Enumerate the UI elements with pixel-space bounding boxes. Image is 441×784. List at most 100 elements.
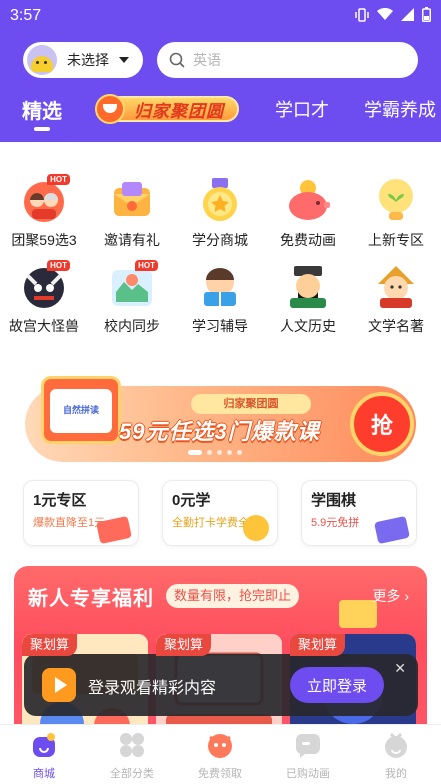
zone-title: 学围棋	[311, 492, 357, 509]
nav-label: 商城	[33, 768, 55, 780]
newcomer-limit-pill: 数量有限，抢完即止	[166, 584, 300, 608]
bowl-icon	[95, 94, 125, 124]
search-box[interactable]	[157, 42, 418, 78]
piggy-bank-icon	[284, 176, 332, 224]
bottom-nav: 商城 全部分类 免费领取 已购动画 我的	[0, 724, 441, 784]
grid-item-new-arrivals[interactable]: 上新专区	[352, 176, 440, 258]
caret-down-icon	[119, 57, 129, 63]
chevron-right-icon: ›	[404, 588, 409, 604]
app-logo-icon	[42, 668, 76, 702]
profile-icon	[385, 732, 407, 758]
deal-badge: 聚划算	[22, 634, 78, 656]
grid-icon	[120, 733, 144, 757]
zone-title: 0元学	[172, 492, 211, 509]
grade-selector[interactable]: 未选择	[23, 42, 143, 78]
avatar	[27, 45, 57, 75]
search-input[interactable]	[193, 52, 393, 68]
nav-free[interactable]: 免费领取	[176, 731, 264, 781]
grade-label: 未选择	[67, 52, 109, 68]
grid-item-label: 校内同步	[104, 318, 160, 334]
newcomer-title: 新人专享福利	[28, 588, 154, 610]
nav-label: 我的	[385, 768, 407, 780]
grid-item-label: 学分商城	[192, 232, 248, 248]
zone-go[interactable]: 学围棋 5.9元免拼	[301, 480, 417, 546]
carousel-dot	[188, 450, 202, 455]
grid-item-invite[interactable]: 邀请有礼	[88, 176, 176, 258]
status-bar: 3:57	[0, 0, 441, 32]
monster-icon: HOT	[20, 260, 70, 310]
grid-item-humanities[interactable]: 人文历史	[264, 262, 352, 344]
student-reading-icon	[196, 262, 244, 310]
nav-mall[interactable]: 商城	[0, 731, 88, 781]
mascot-icon	[208, 734, 232, 758]
status-time: 3:57	[10, 7, 42, 24]
warrior-icon	[284, 262, 332, 310]
zone-zero-yuan[interactable]: 0元学 全勤打卡学费全返	[162, 480, 278, 546]
banner-book-label: 自然拼读	[50, 389, 112, 433]
tab-reunion[interactable]: 归家聚团圆	[95, 92, 239, 124]
gift-icon	[339, 600, 377, 628]
search-icon	[169, 52, 185, 68]
zone-one-yuan[interactable]: 1元专区 爆款直降至1元	[23, 480, 139, 546]
grid-item-palace-monster[interactable]: HOT 故宫大怪兽	[0, 260, 88, 344]
deal-badge: 聚划算	[156, 634, 212, 656]
grab-button[interactable]: 抢	[350, 392, 414, 456]
grid-item-label: 上新专区	[368, 232, 424, 248]
more-label: 更多	[372, 588, 401, 604]
close-icon[interactable]: ✕	[394, 660, 406, 677]
medal-icon	[196, 176, 244, 224]
top-bar: 未选择	[0, 42, 441, 78]
signal-icon	[401, 8, 414, 24]
toast-text: 登录观看精彩内容	[88, 680, 217, 697]
grid-item-reunion-59[interactable]: HOT 团聚59选3	[0, 174, 88, 258]
vibrate-icon	[355, 7, 369, 25]
carousel-dot	[237, 450, 242, 455]
tab-eloquence[interactable]: 学口才	[275, 96, 329, 122]
battery-icon	[422, 7, 431, 25]
monk-icon	[372, 262, 420, 310]
grid-item-tutoring[interactable]: 学习辅导	[176, 262, 264, 344]
more-link[interactable]: 更多 ›	[372, 586, 409, 606]
nav-categories[interactable]: 全部分类	[88, 731, 176, 781]
nav-label: 免费领取	[198, 768, 242, 780]
shop-icon	[33, 733, 55, 757]
wifi-icon	[377, 7, 393, 24]
banner-title: 59元任选3门爆款课	[119, 419, 320, 444]
hot-badge: HOT	[135, 260, 158, 271]
tab-featured[interactable]: 精选	[22, 95, 62, 124]
grid-item-label: 人文历史	[280, 318, 336, 334]
zone-title: 1元专区	[33, 492, 87, 509]
login-toast: 登录观看精彩内容 立即登录 ✕	[24, 654, 418, 716]
grid-item-label: 文学名著	[368, 318, 424, 334]
nav-label: 全部分类	[110, 768, 154, 780]
envelope-icon	[108, 176, 156, 224]
phonics-book-icon: 自然拼读	[41, 376, 121, 444]
chat-bubble-icon	[296, 734, 320, 758]
hot-badge: HOT	[47, 260, 70, 271]
grid-item-label: 邀请有礼	[104, 232, 160, 248]
nav-profile[interactable]: 我的	[352, 731, 440, 781]
carousel-dot	[207, 450, 212, 455]
lightbulb-icon	[372, 176, 420, 224]
grid-item-school-sync[interactable]: HOT 校内同步	[88, 260, 176, 344]
deal-badge: 聚划算	[290, 634, 346, 656]
hot-badge: HOT	[47, 174, 70, 185]
grid-item-credit-mall[interactable]: 学分商城	[176, 176, 264, 258]
carousel-dot	[227, 450, 232, 455]
header: 3:57 未选择 精选	[0, 0, 441, 142]
status-icons	[355, 7, 431, 25]
tab-reunion-pill: 归家聚团圆	[107, 96, 239, 122]
school-icon: HOT	[108, 260, 158, 310]
tab-reunion-label: 归家聚团圆	[134, 101, 224, 121]
grid-item-classics[interactable]: 文学名著	[352, 262, 440, 344]
carousel-indicator	[188, 450, 242, 455]
nav-purchased[interactable]: 已购动画	[264, 731, 352, 781]
nav-label: 已购动画	[286, 768, 330, 780]
tab-top-student[interactable]: 学霸养成	[364, 96, 436, 122]
login-button[interactable]: 立即登录	[290, 667, 384, 703]
grid-item-label: 团聚59选3	[11, 232, 77, 248]
carousel-dot	[217, 450, 222, 455]
tab-active-indicator	[34, 127, 50, 131]
main-content: HOT 团聚59选3 邀请有礼 学分商城 免费动画 上新专区 HOT 故宫大怪兽…	[0, 142, 441, 724]
grid-item-free-animation[interactable]: 免费动画	[264, 176, 352, 258]
